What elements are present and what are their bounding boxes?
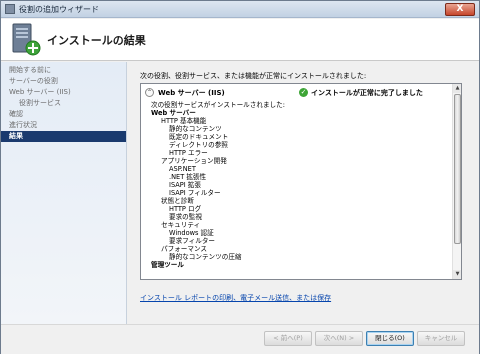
prev-button[interactable]: < 前へ(P)	[264, 331, 312, 346]
result-line: ISAPI 拡張	[169, 181, 201, 189]
report-link[interactable]: インストール レポートの印刷、電子メール送信、または保存	[140, 293, 331, 303]
result-line: 管理ツール	[151, 261, 184, 269]
result-line: ディレクトリの参照	[169, 141, 228, 149]
results-panel[interactable]: ⌃ Web サーバー (IIS) ✓ インストールが正常に完了しました 次の役割…	[140, 83, 462, 280]
result-line: セキュリティ	[161, 221, 201, 229]
nav-item-role-services[interactable]: 役割サービス	[1, 98, 126, 109]
result-line: 既定のドキュメント	[169, 133, 229, 141]
result-line: ISAPI フィルター	[169, 189, 221, 197]
page-title: インストールの結果	[47, 34, 146, 47]
result-line: .NET 拡張性	[169, 173, 207, 181]
page-header: インストールの結果	[1, 19, 479, 61]
footer-buttons: < 前へ(P) 次へ(N) > 閉じる(O) キャンセル	[1, 324, 479, 354]
result-line: 状態と診断	[161, 197, 194, 205]
intro-text: 次の役割、役割サービス、または機能が正常にインストールされました:	[140, 72, 367, 80]
title-bar: 役割の追加ウィザード X	[1, 1, 479, 18]
result-line: 静的なコンテンツの圧縮	[169, 253, 242, 261]
cancel-button[interactable]: キャンセル	[417, 331, 465, 346]
result-line: アプリケーション開発	[161, 157, 227, 165]
collapse-icon[interactable]: ⌃	[145, 88, 154, 97]
result-line: ASP.NET	[169, 165, 196, 173]
close-button[interactable]: 閉じる(O)	[366, 331, 414, 346]
scroll-down-icon[interactable]: ▼	[453, 270, 461, 279]
main-content: 次の役割、役割サービス、または機能が正常にインストールされました: ⌃ Web …	[128, 62, 479, 324]
vertical-scrollbar[interactable]: ▲ ▼	[452, 84, 461, 279]
next-button[interactable]: 次へ(N) >	[315, 331, 363, 346]
result-line: 要求フィルター	[169, 237, 216, 245]
nav-item-confirmation[interactable]: 確認	[1, 109, 126, 120]
result-line: パフォーマンス	[161, 245, 208, 253]
result-line: 次の役割サービスがインストールされました:	[151, 101, 285, 109]
result-line: 要求の監視	[169, 213, 202, 221]
scroll-thumb[interactable]	[454, 94, 461, 244]
result-line: HTTP ログ	[169, 205, 202, 213]
wizard-window: 役割の追加ウィザード X インストールの結果 開始する前に サーバーの役割 We…	[0, 0, 480, 354]
scroll-up-icon[interactable]: ▲	[453, 84, 461, 93]
nav-item-server-roles[interactable]: サーバーの役割	[1, 76, 126, 87]
result-line: HTTP 基本機能	[161, 117, 207, 125]
wizard-steps-nav: 開始する前に サーバーの役割 Web サーバー (IIS) 役割サービス 確認 …	[1, 62, 127, 324]
result-line: HTTP エラー	[169, 149, 208, 157]
nav-item-progress[interactable]: 進行状況	[1, 120, 126, 131]
close-window-button[interactable]: X	[445, 3, 475, 16]
role-name: Web サーバー (IIS)	[158, 89, 225, 97]
success-check-icon: ✓	[299, 88, 308, 97]
result-line: Windows 認証	[169, 229, 214, 237]
nav-item-web-server[interactable]: Web サーバー (IIS)	[1, 87, 126, 98]
server-add-icon	[12, 23, 41, 56]
nav-item-before-you-begin[interactable]: 開始する前に	[1, 65, 126, 76]
result-header: ⌃ Web サーバー (IIS) ✓ インストールが正常に完了しました	[145, 88, 445, 98]
result-line: 静的なコンテンツ	[169, 125, 222, 133]
window-title: 役割の追加ウィザード	[19, 5, 99, 14]
nav-item-results[interactable]: 結果	[1, 131, 126, 142]
app-icon	[5, 4, 15, 14]
result-line: Web サーバー	[151, 109, 196, 117]
status-text: インストールが正常に完了しました	[311, 89, 423, 97]
